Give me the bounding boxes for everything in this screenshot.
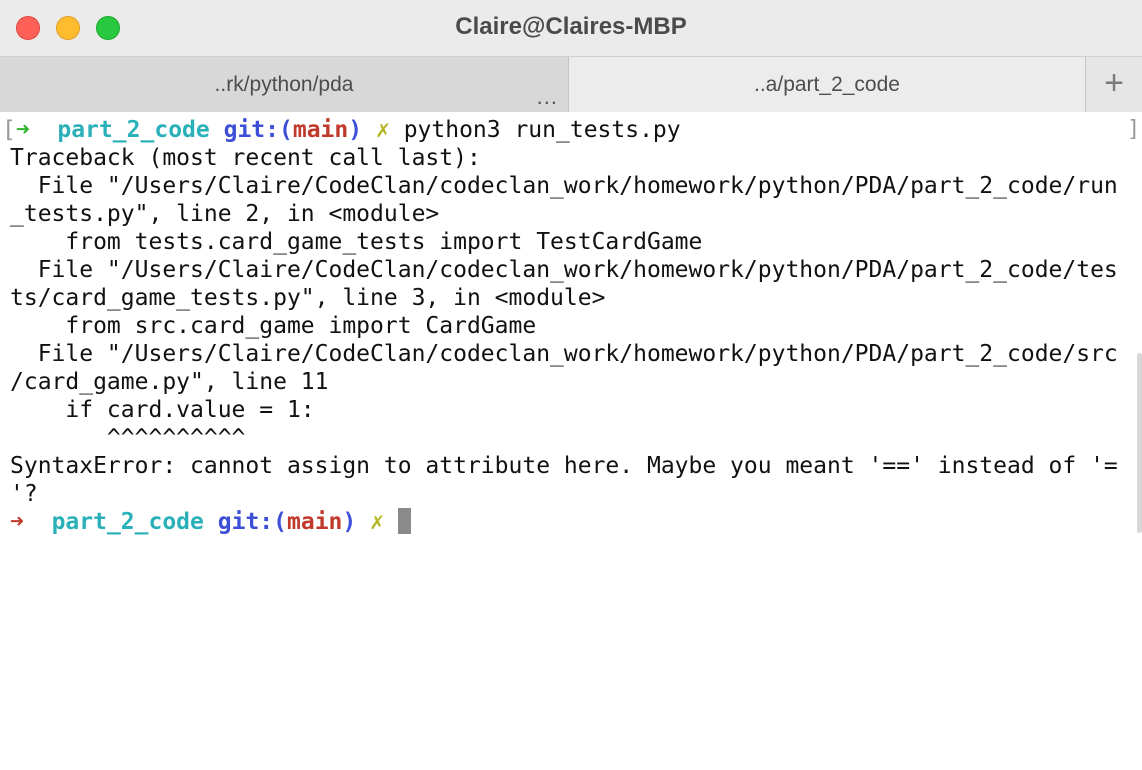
output-line: _tests.py", line 2, in <module> [10,201,440,227]
prompt-directory: part_2_code [57,117,210,143]
prompt-arrow-icon: ➜ [15,117,30,143]
output-line: Traceback (most recent call last): [10,145,481,171]
prompt-git-label: git:( [223,117,293,143]
output-line: SyntaxError: cannot assign to attribute … [10,453,1118,479]
output-line: if card.value = 1: [10,397,315,423]
tab-part-2-code[interactable]: ..a/part_2_code [569,57,1085,112]
prompt-line: [➜ part_2_code git:(main) ✗ python3 run_… [2,116,681,144]
prompt-line: ➜ part_2_code git:(main) ✗ [10,508,411,536]
output-line: ^^^^^^^^^^ [10,425,246,451]
prompt-directory: part_2_code [51,509,204,535]
new-tab-button[interactable]: + [1085,57,1142,112]
output-line: '? [10,481,38,507]
output-line: /card_game.py", line 11 [10,369,329,395]
prompt-arrow-icon: ➜ [10,509,24,535]
output-line: from src.card_game import CardGame [10,313,537,339]
scrollbar[interactable] [1137,353,1142,533]
output-line: from tests.card_game_tests import TestCa… [10,229,703,255]
tab-python-pda[interactable]: ..rk/python/pda ... [0,57,569,112]
prompt-open-bracket: [ [2,117,16,143]
output-line: File "/Users/Claire/CodeClan/codeclan_wo… [10,173,1118,199]
window-title: Claire@Claires-MBP [455,13,687,40]
prompt-branch: main [287,509,343,535]
command-text: python3 run_tests.py [403,117,681,143]
title-bar: Claire@Claires-MBP [0,0,1142,56]
prompt-git-label: git:( [217,509,287,535]
tab-menu-icon[interactable]: ... [537,86,558,108]
output-line: File "/Users/Claire/CodeClan/codeclan_wo… [10,257,1118,283]
tab-bar: ..rk/python/pda ... ..a/part_2_code + [0,56,1142,112]
prompt-close-bracket: ] [1127,117,1141,142]
tab-label: ..rk/python/pda [214,73,354,96]
output-line: ts/card_game_tests.py", line 3, in <modu… [10,285,606,311]
prompt-git-close: ) [342,509,357,535]
terminal-window: Claire@Claires-MBP ..rk/python/pda ... .… [0,0,1142,770]
dirty-status-icon: ✗ [375,117,390,143]
prompt-git-close: ) [348,117,363,143]
output-line: File "/Users/Claire/CodeClan/codeclan_wo… [10,341,1118,367]
tab-label: ..a/part_2_code [754,73,900,96]
dirty-status-icon: ✗ [370,509,384,535]
prompt-branch: main [292,117,349,143]
text-cursor[interactable] [397,508,411,534]
